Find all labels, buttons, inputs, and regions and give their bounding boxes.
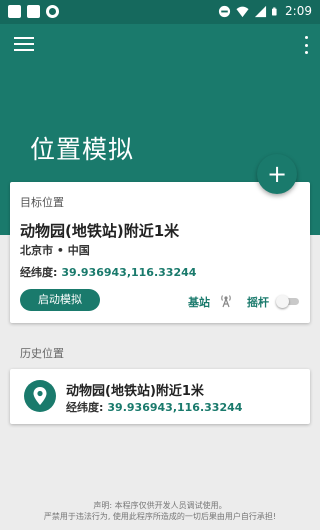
menu-icon[interactable] [14,37,34,53]
minus-circle-icon [218,5,231,17]
target-place-name: 动物园(地铁站)附近1米 [20,222,180,240]
target-location-card: 目标位置 动物园(地铁站)附近1米 北京市 • 中国 经纬度: 39.936943… [10,182,310,323]
target-caption: 目标位置 [20,196,64,209]
wifi-icon [236,6,249,17]
disclaimer: 声明: 本程序仅供开发人员调试使用。 严禁用于违法行为, 使用此程序所造成的一切… [0,500,320,522]
base-station-label: 基站 [188,296,210,309]
disclaimer-line-2: 严禁用于违法行为, 使用此程序所造成的一切后果由用户自行承担! [43,512,277,521]
signal-icon [254,5,267,17]
more-vert-icon[interactable] [302,36,310,54]
target-coordinates: 经纬度: 39.936943,116.33244 [20,264,196,280]
disclaimer-line-1: 声明: 本程序仅供开发人员调试使用。 [93,501,227,510]
history-title: 历史位置 [20,347,64,360]
page-title: 位置模拟 [30,135,135,164]
target-region: 北京市 • 中国 [20,244,90,257]
location-pin-icon [24,380,56,412]
add-location-button[interactable]: + [257,154,297,194]
status-bar: 2:09 [0,0,320,24]
app-icon [27,5,40,18]
status-time: 2:09 [285,4,312,18]
sync-icon [46,5,59,18]
joystick-toggle[interactable] [276,295,300,308]
history-coordinates: 经纬度: 39.936943,116.33244 [66,401,243,414]
start-simulation-button[interactable]: 启动模拟 [20,289,100,311]
history-place-name: 动物园(地铁站)附近1米 [66,384,204,399]
image-icon [8,5,21,18]
coord-value: 39.936943,116.33244 [61,266,197,279]
battery-icon [272,7,277,15]
coord-label: 经纬度: [20,266,58,279]
history-list-item[interactable]: 动物园(地铁站)附近1米 经纬度: 39.936943,116.33244 [10,369,310,424]
joystick-label: 摇杆 [247,296,269,309]
cell-tower-icon[interactable] [218,292,234,308]
